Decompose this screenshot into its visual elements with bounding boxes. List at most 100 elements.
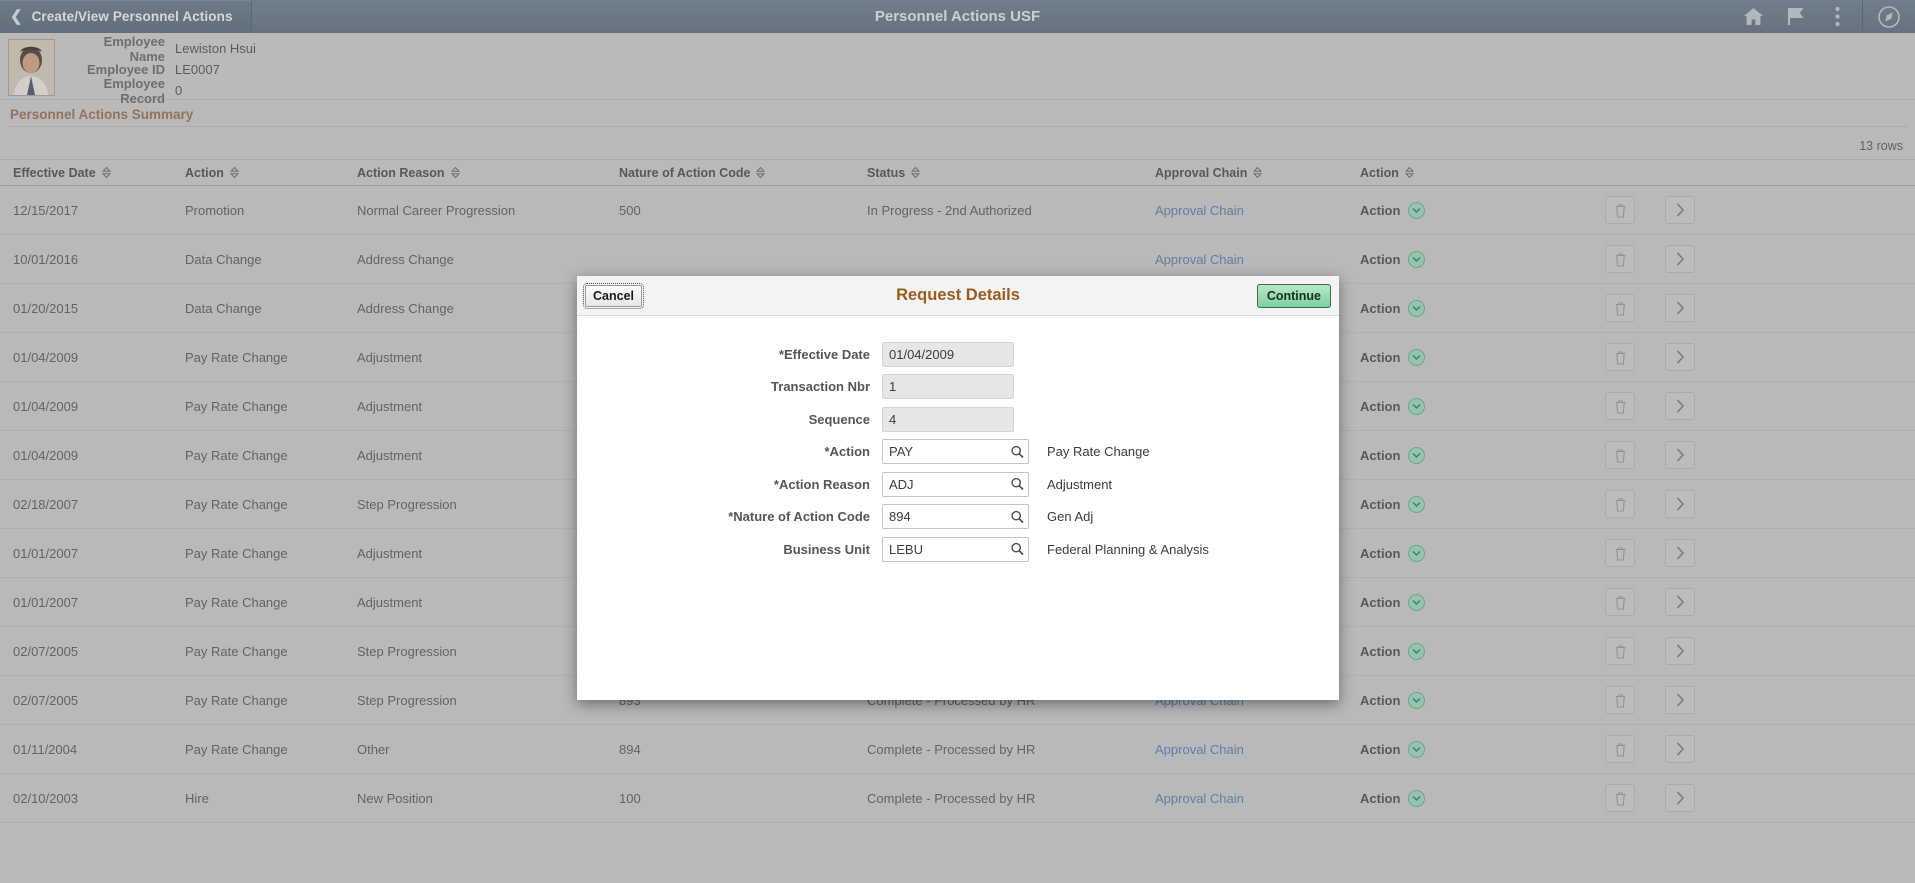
input-action[interactable]: [882, 439, 1029, 465]
delete-row-button[interactable]: [1605, 588, 1635, 616]
delete-row-button[interactable]: [1605, 196, 1635, 224]
cancel-button[interactable]: Cancel: [583, 282, 644, 309]
row-action-menu[interactable]: Action: [1360, 299, 1605, 317]
chevron-down-icon[interactable]: [1408, 201, 1426, 219]
row-action-menu[interactable]: Action: [1360, 250, 1605, 268]
cell-effective-date: 01/04/2009: [13, 447, 79, 463]
sort-toggle-icon[interactable]: [229, 167, 239, 178]
row-action-menu[interactable]: Action: [1360, 446, 1605, 464]
delete-row-button[interactable]: [1605, 735, 1635, 763]
open-detail-button[interactable]: [1665, 343, 1695, 371]
row-action-menu[interactable]: Action: [1360, 691, 1605, 709]
cell-row-action: Action: [1360, 348, 1605, 366]
chevron-down-icon[interactable]: [1408, 642, 1426, 660]
continue-button[interactable]: Continue: [1256, 283, 1331, 308]
row-action-label: Action: [1360, 251, 1401, 267]
search-icon[interactable]: [1011, 510, 1024, 523]
open-detail-button[interactable]: [1665, 490, 1695, 518]
delete-row-button[interactable]: [1605, 441, 1635, 469]
sort-toggle-icon[interactable]: [756, 167, 766, 178]
sort-toggle-icon[interactable]: [450, 167, 460, 178]
nav-compass-icon[interactable]: [1863, 0, 1915, 33]
delete-row-button[interactable]: [1605, 392, 1635, 420]
grid-column-header-action[interactable]: Action: [185, 166, 357, 180]
cell-action: Pay Rate Change: [185, 349, 288, 365]
chevron-down-icon[interactable]: [1408, 495, 1426, 513]
sort-toggle-icon[interactable]: [101, 167, 111, 178]
approval-chain-link[interactable]: Approval Chain: [1155, 252, 1244, 267]
delete-row-button[interactable]: [1605, 637, 1635, 665]
row-action-menu[interactable]: Action: [1360, 397, 1605, 415]
search-icon[interactable]: [1011, 478, 1024, 491]
approval-chain-link[interactable]: Approval Chain: [1155, 742, 1244, 757]
delete-row-button[interactable]: [1605, 294, 1635, 322]
sort-toggle-icon[interactable]: [1253, 167, 1263, 178]
open-detail-button[interactable]: [1665, 686, 1695, 714]
grid-column-header-nature-of-action-code[interactable]: Nature of Action Code: [619, 166, 867, 180]
cell-approval-chain: Approval Chain: [1155, 252, 1360, 267]
delete-row-button[interactable]: [1605, 343, 1635, 371]
cell-row-action: Action: [1360, 642, 1605, 660]
row-action-menu[interactable]: Action: [1360, 642, 1605, 660]
flag-icon[interactable]: [1774, 0, 1816, 33]
grid-column-header-action[interactable]: Action: [1360, 166, 1605, 180]
chevron-down-icon[interactable]: [1408, 446, 1426, 464]
chevron-down-icon[interactable]: [1408, 348, 1426, 366]
chevron-down-icon[interactable]: [1408, 250, 1426, 268]
open-detail-button[interactable]: [1665, 588, 1695, 616]
row-action-menu[interactable]: Action: [1360, 201, 1605, 219]
back-to-create-view-personnel-actions[interactable]: ❮ Create/View Personnel Actions: [0, 0, 252, 33]
row-action-menu[interactable]: Action: [1360, 789, 1605, 807]
open-detail-button[interactable]: [1665, 245, 1695, 273]
chevron-down-icon[interactable]: [1408, 397, 1426, 415]
row-action-menu[interactable]: Action: [1360, 593, 1605, 611]
delete-row-button[interactable]: [1605, 686, 1635, 714]
open-detail-button[interactable]: [1665, 539, 1695, 567]
approval-chain-link[interactable]: Approval Chain: [1155, 791, 1244, 806]
search-icon[interactable]: [1011, 445, 1024, 458]
open-detail-button[interactable]: [1665, 294, 1695, 322]
table-row[interactable]: 12/15/2017 Promotion Normal Career Progres…: [0, 186, 1915, 235]
table-row[interactable]: 01/11/2004 Pay Rate Change Other 894 Complet…: [0, 725, 1915, 774]
approval-chain-link[interactable]: Approval Chain: [1155, 203, 1244, 218]
grid-column-header-approval-chain[interactable]: Approval Chain: [1155, 166, 1360, 180]
delete-row-button[interactable]: [1605, 490, 1635, 518]
home-icon[interactable]: [1732, 0, 1774, 33]
cell-action: Pay Rate Change: [185, 692, 288, 708]
open-detail-button[interactable]: [1665, 196, 1695, 224]
cell-approval-chain: Approval Chain: [1155, 742, 1360, 757]
open-detail-button[interactable]: [1665, 637, 1695, 665]
row-action-menu[interactable]: Action: [1360, 544, 1605, 562]
input-business-unit[interactable]: [882, 536, 1029, 562]
open-detail-button[interactable]: [1665, 784, 1695, 812]
sort-toggle-icon[interactable]: [1404, 167, 1414, 178]
chevron-down-icon[interactable]: [1408, 740, 1426, 758]
open-detail-button[interactable]: [1665, 735, 1695, 763]
open-detail-button[interactable]: [1665, 392, 1695, 420]
sort-toggle-icon[interactable]: [911, 167, 921, 178]
open-detail-button[interactable]: [1665, 441, 1695, 469]
input-action-reason[interactable]: [882, 471, 1029, 497]
grid-column-header-action-reason[interactable]: Action Reason: [357, 166, 619, 180]
input-nature-of-action-code[interactable]: [882, 504, 1029, 530]
delete-row-button[interactable]: [1605, 784, 1635, 812]
chevron-down-icon[interactable]: [1408, 691, 1426, 709]
employee-name-label: Employee Name: [103, 33, 165, 64]
delete-row-button[interactable]: [1605, 245, 1635, 273]
grid-column-header-effective-date[interactable]: Effective Date: [0, 166, 185, 180]
cell-status: Complete - Processed by HR: [867, 741, 1036, 757]
table-row[interactable]: 02/10/2003 Hire New Position 100 Complete - …: [0, 774, 1915, 823]
page-title: Personnel Actions USF: [874, 8, 1041, 25]
chevron-down-icon[interactable]: [1408, 593, 1426, 611]
search-icon[interactable]: [1011, 543, 1024, 556]
delete-row-button[interactable]: [1605, 539, 1635, 567]
chevron-down-icon[interactable]: [1408, 299, 1426, 317]
cell-row-action: Action: [1360, 201, 1605, 219]
kebab-menu-icon[interactable]: [1816, 0, 1858, 33]
grid-column-header-status[interactable]: Status: [867, 166, 1155, 180]
row-action-menu[interactable]: Action: [1360, 348, 1605, 366]
chevron-down-icon[interactable]: [1408, 544, 1426, 562]
chevron-down-icon[interactable]: [1408, 789, 1426, 807]
row-action-menu[interactable]: Action: [1360, 495, 1605, 513]
row-action-menu[interactable]: Action: [1360, 740, 1605, 758]
